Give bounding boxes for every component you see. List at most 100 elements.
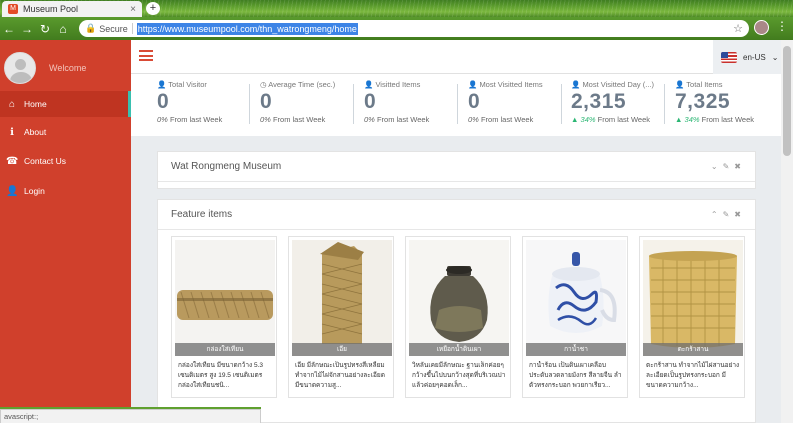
stat-total-items: 👤 Total Items 7,325 ▲ 34% From last Week <box>675 80 775 124</box>
stat-label: 👤 Most Visitted Day (...) <box>571 80 654 89</box>
feature-image[interactable]: เหยือกน้ำดินเผา <box>409 240 509 356</box>
sidebar-item-contact[interactable]: ☎ Contact Us <box>0 148 131 174</box>
feature-image[interactable]: ตะกร้าสาน <box>643 240 743 356</box>
stat-sub: 0% From last Week <box>260 115 326 124</box>
reload-icon[interactable]: ↻ <box>36 22 54 36</box>
feature-caption: กล่องใส่เทียน <box>175 343 275 356</box>
stat-sub: ▲ 34% From last Week <box>571 115 651 124</box>
user-icon: 👤 <box>364 80 374 89</box>
stat-sub: 0% From last Week <box>364 115 430 124</box>
stat-label: ◷ Average Time (sec.) <box>260 80 336 89</box>
sidebar-item-label: Contact Us <box>24 156 67 166</box>
stat-value: 0 <box>157 90 170 113</box>
feature-card[interactable]: เหยือกน้ำดินเผา วิหลันเคยมีลักษณะ ฐานเล็… <box>405 236 511 398</box>
user-avatar <box>4 52 36 84</box>
museum-panel-title: Wat Rongmeng Museum <box>158 152 755 182</box>
stat-sub: 0% From last Week <box>468 115 534 124</box>
stat-value: 0 <box>364 90 377 113</box>
forward-arrow-icon[interactable]: → <box>18 22 36 36</box>
sidebar-item-label: Login <box>24 186 45 196</box>
user-icon: 👤 <box>468 80 478 89</box>
profile-avatar[interactable] <box>754 20 769 35</box>
wrench-icon[interactable]: ✎ <box>723 162 730 171</box>
language-label: en-US <box>743 52 766 62</box>
secure-label: Secure <box>99 23 128 34</box>
wrench-icon[interactable]: ✎ <box>723 210 730 219</box>
top-header: en-US ⌄ <box>131 40 781 74</box>
user-icon: 👤 <box>571 80 581 89</box>
stat-average-time: ◷ Average Time (sec.) 0 0% From last Wee… <box>260 80 360 124</box>
trend-up-icon: ▲ <box>571 115 579 124</box>
feature-description: ตะกร้าสาน ทำจากไม้ไผ่สานอย่างละเอียดเป็น… <box>646 362 740 389</box>
feature-card[interactable]: ตะกร้าสาน ตะกร้าสาน ทำจากไม้ไผ่สานอย่างล… <box>639 236 745 398</box>
stat-most-visited-day: 👤 Most Visitted Day (...) 2,315 ▲ 34% Fr… <box>571 80 671 124</box>
close-icon[interactable]: ✖ <box>734 162 741 171</box>
contact-icon: ☎ <box>6 155 19 167</box>
feature-card[interactable]: กล่องใส่เทียน กล่องใส่เทียน มีขนาดกว้าง … <box>171 236 277 398</box>
museum-favicon-icon: M <box>8 4 18 14</box>
close-icon[interactable]: ✖ <box>734 210 741 219</box>
scrollbar-thumb[interactable] <box>783 46 791 156</box>
home-browser-icon[interactable]: ⌂ <box>54 22 72 36</box>
trend-up-icon: ▲ <box>675 115 683 124</box>
feature-description: กล่องใส่เทียน มีขนาดกว้าง 5.3 เซนติเมตร … <box>178 362 263 389</box>
feature-panel-title: Feature items <box>158 200 755 230</box>
stat-sub: 0% From last Week <box>157 115 223 124</box>
welcome-text: Welcome <box>49 63 87 73</box>
stat-label: 👤 Most Visitted Items <box>468 80 543 89</box>
url-text[interactable]: https://www.museumpool.com/thn_watrongme… <box>136 22 358 35</box>
stats-row: 👤 Total Visitor 0 0% From last Week ◷ Av… <box>131 74 781 136</box>
chevron-up-icon[interactable]: ⌃ <box>711 210 718 219</box>
stat-divider <box>561 84 562 124</box>
stat-value: 2,315 <box>571 90 627 113</box>
page-scrollbar[interactable] <box>781 40 793 423</box>
stat-most-visited-items: 👤 Most Visitted Items 0 0% From last Wee… <box>468 80 568 124</box>
feature-image[interactable]: กาน้ำชา <box>526 240 626 356</box>
us-flag-icon <box>721 51 737 63</box>
feature-card[interactable]: เอีย เอีย มีลักษณะเป็นรูปทรงสี่เหลี่ยม ท… <box>288 236 394 398</box>
sidebar-item-home[interactable]: ⌂ Home <box>0 91 131 117</box>
stat-label: 👤 Total Items <box>675 80 723 89</box>
sidebar-item-login[interactable]: 👤 Login <box>0 178 131 204</box>
stat-value: 0 <box>260 90 273 113</box>
user-block: Welcome <box>4 52 86 84</box>
chevron-down-icon[interactable]: ⌄ <box>711 162 718 171</box>
feature-image[interactable]: กล่องใส่เทียน <box>175 240 275 356</box>
language-selector[interactable]: en-US ⌄ <box>713 40 781 74</box>
feature-image[interactable]: เอีย <box>292 240 392 356</box>
feature-caption: เหยือกน้ำดินเผา <box>409 343 509 356</box>
new-tab-button[interactable]: + <box>146 2 160 15</box>
hamburger-menu-icon[interactable] <box>139 50 153 61</box>
feature-description: กาน้ำร้อน เป็นดินเผาเคลือบ ประดับลวดลายม… <box>529 362 622 389</box>
sidebar-item-about[interactable]: ℹ About <box>0 119 131 145</box>
info-icon: ℹ <box>10 126 14 138</box>
stat-label: 👤 Total Visitor <box>157 80 207 89</box>
feature-description: เอีย มีลักษณะเป็นรูปทรงสี่เหลี่ยม ทำจากไ… <box>295 362 385 389</box>
browser-tab[interactable]: M Museum Pool × <box>2 1 142 17</box>
bookmark-star-icon[interactable]: ☆ <box>733 22 743 35</box>
stat-visited-items: 👤 Visitted Items 0 0% From last Week <box>364 80 464 124</box>
user-icon: 👤 <box>675 80 685 89</box>
feature-caption: กาน้ำชา <box>526 343 626 356</box>
feature-caption: ตะกร้าสาน <box>643 343 743 356</box>
feature-description: วิหลันเคยมีลักษณะ ฐานเล็กค่อยๆกว้างขึ้นไ… <box>412 362 506 389</box>
omnibox-divider <box>131 23 133 34</box>
browser-menu-icon[interactable]: ⋮ <box>776 19 788 33</box>
home-icon: ⌂ <box>8 98 16 110</box>
panel-tools: ⌄ ✎ ✖ <box>711 162 741 171</box>
stat-divider <box>249 84 250 124</box>
user-icon: 👤 <box>157 80 167 89</box>
panel-tools: ⌃ ✎ ✖ <box>711 210 741 219</box>
stat-value: 7,325 <box>675 90 731 113</box>
stat-divider <box>457 84 458 124</box>
address-bar[interactable]: 🔒 Secure https://www.museumpool.com/thn_… <box>79 20 749 37</box>
chevron-down-icon: ⌄ <box>771 52 779 62</box>
stat-total-visitor: 👤 Total Visitor 0 0% From last Week <box>157 80 257 124</box>
browser-navbar: ← → ↻ ⌂ 🔒 Secure https://www.museumpool.… <box>0 17 793 40</box>
feature-caption: เอีย <box>292 343 392 356</box>
back-arrow-icon[interactable]: ← <box>0 22 18 36</box>
tab-close-icon[interactable]: × <box>130 4 136 15</box>
feature-card[interactable]: กาน้ำชา กาน้ำร้อน เป็นดินเผาเคลือบ ประดั… <box>522 236 628 398</box>
user-icon: 👤 <box>6 185 19 197</box>
clock-icon: ◷ <box>260 80 267 89</box>
